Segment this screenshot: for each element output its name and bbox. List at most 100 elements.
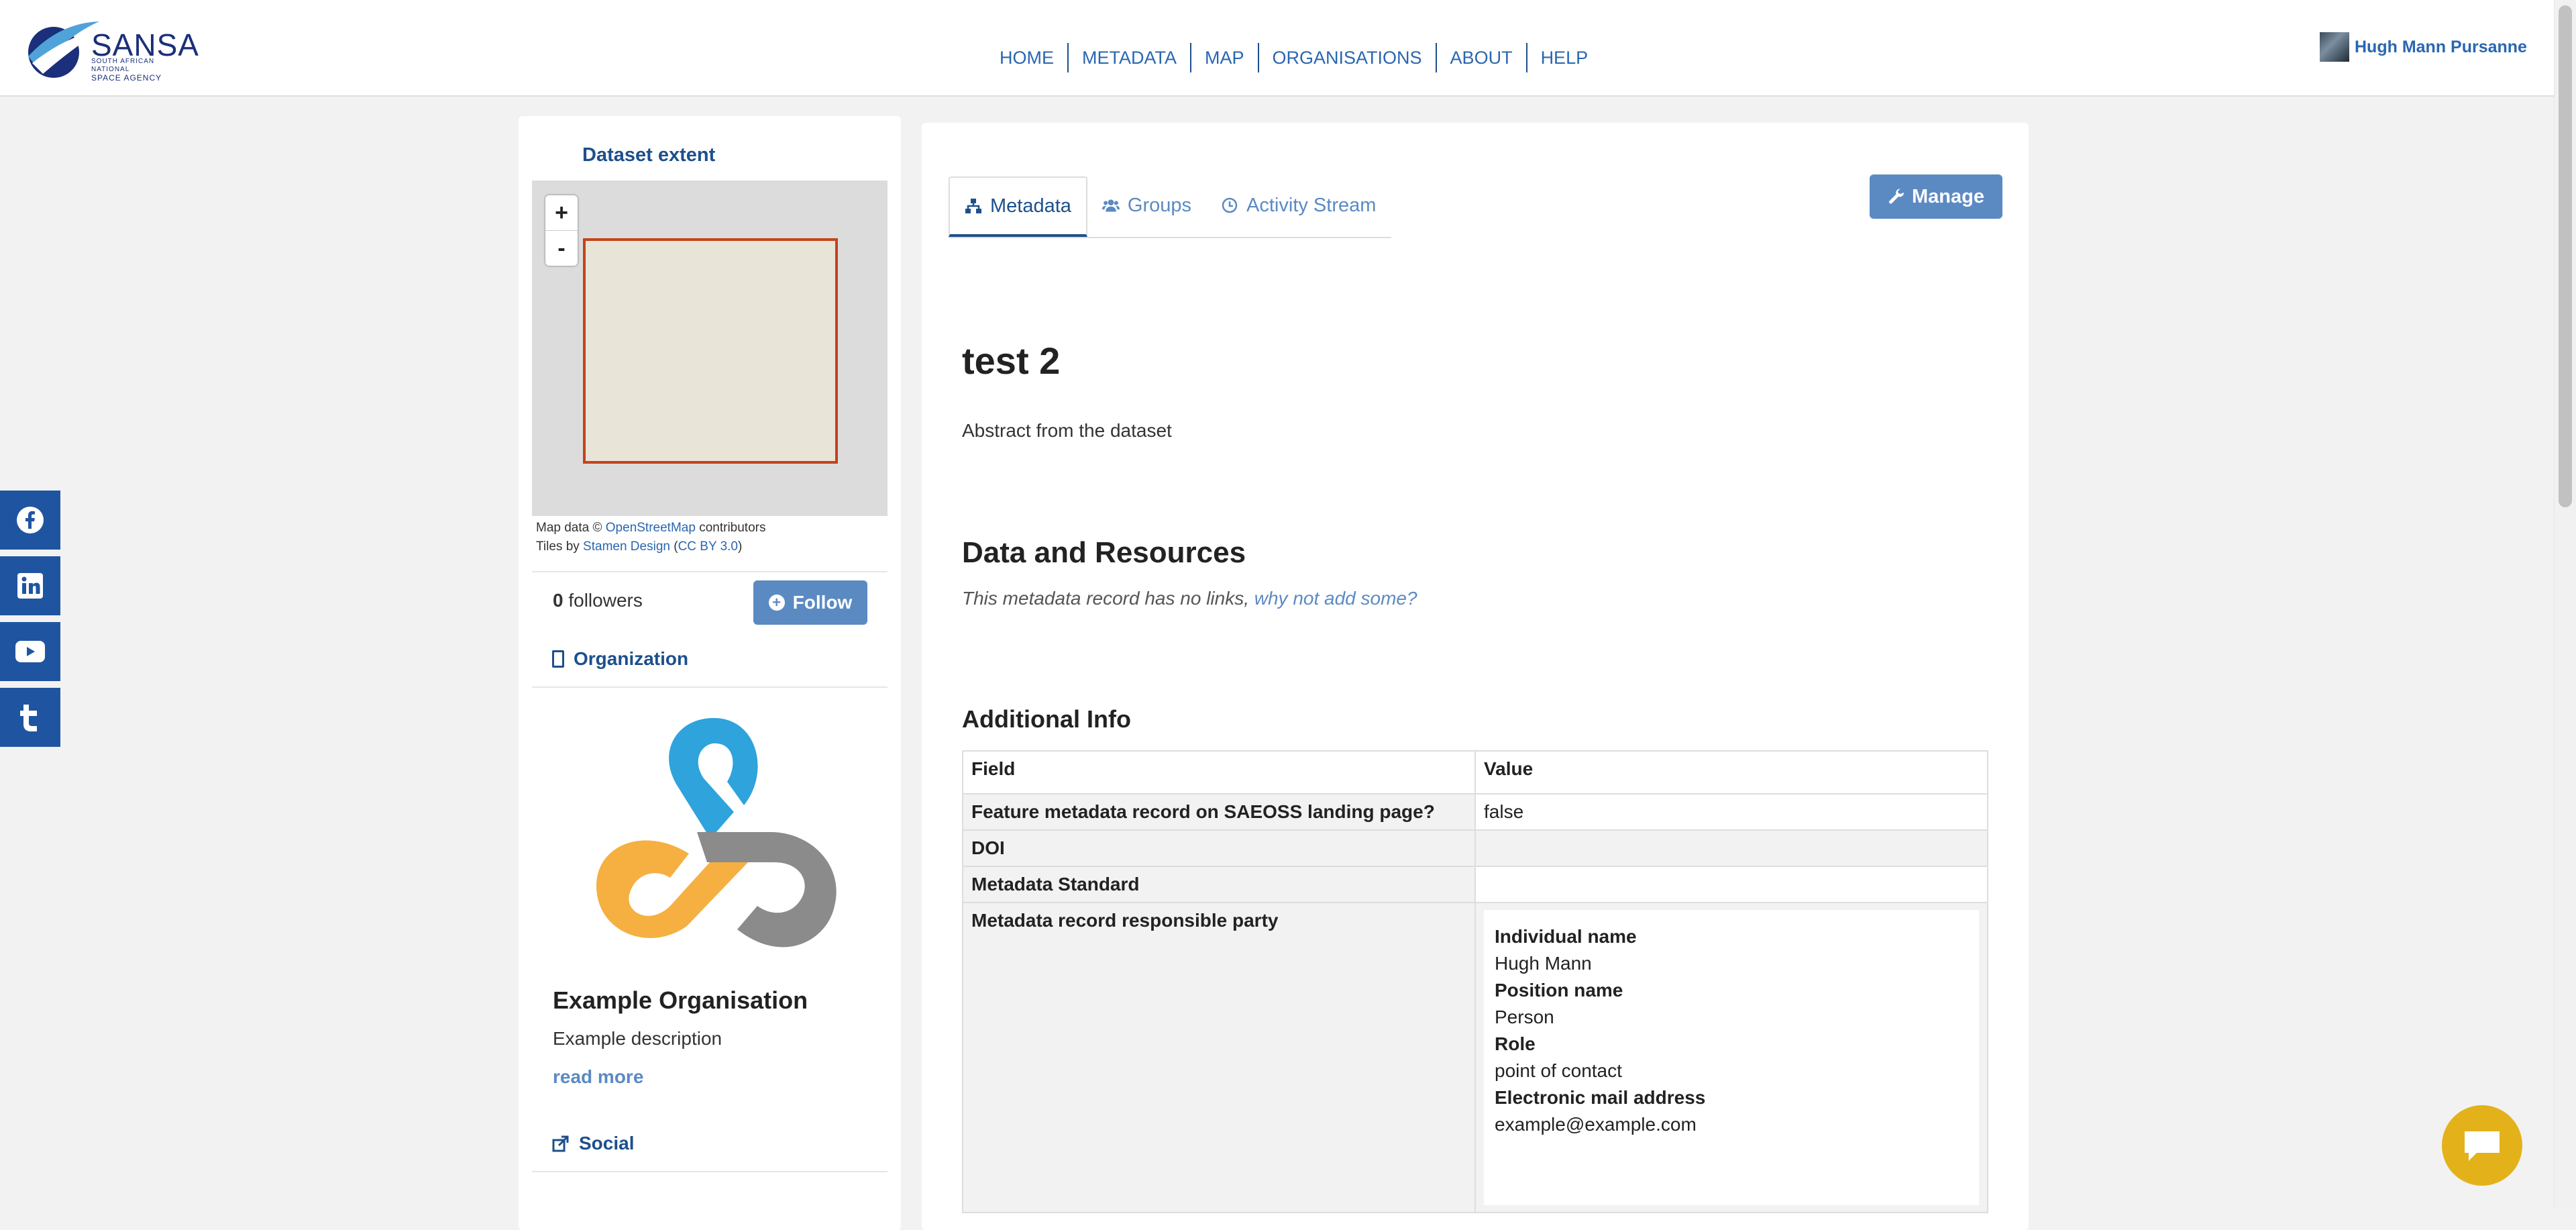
linkedin-button[interactable] (0, 556, 60, 615)
field-cell: Metadata record responsible party (962, 902, 1476, 1213)
sitemap-icon (965, 199, 981, 213)
divider (532, 686, 888, 688)
table-header-row: Field Value (962, 750, 1988, 795)
site-header: SANSA SOUTH AFRICAN NATIONAL SPACE AGENC… (0, 0, 2555, 97)
main-nav: HOME METADATA MAP ORGANISATIONS ABOUT HE… (986, 43, 1601, 72)
divider (532, 1171, 888, 1172)
individual-name-label: Individual name (1495, 926, 1637, 947)
organization-heading-label: Organization (574, 648, 689, 669)
additional-info-heading: Additional Info (962, 705, 1131, 733)
table-row: DOI (962, 829, 1988, 867)
stamen-link[interactable]: Stamen Design (583, 540, 670, 554)
tab-metadata[interactable]: Metadata (949, 176, 1087, 237)
clock-icon (1222, 197, 1238, 213)
position-name-value: Person (1495, 1007, 1554, 1027)
attr-contrib: contributors (695, 521, 766, 535)
organization-name: Example Organisation (553, 986, 808, 1014)
zoom-in-button[interactable]: + (545, 195, 578, 231)
extent-box (583, 238, 838, 464)
user-name: Hugh Mann Pursanne (2355, 37, 2527, 56)
responsible-party-box: Individual name Hugh Mann Position name … (1484, 910, 1979, 1205)
position-name-label: Position name (1495, 980, 1623, 1001)
value-cell: Individual name Hugh Mann Position name … (1474, 902, 1988, 1213)
wrench-icon (1889, 189, 1904, 204)
user-menu[interactable]: Hugh Mann Pursanne (2320, 32, 2527, 62)
users-icon (1102, 199, 1120, 212)
column-header-value: Value (1474, 750, 1988, 795)
osm-link[interactable]: OpenStreetMap (606, 521, 696, 535)
followers-label: followers (568, 590, 643, 611)
field-cell: Metadata Standard (962, 866, 1476, 903)
tab-activity-stream-label: Activity Stream (1246, 194, 1377, 216)
share-icon (552, 1135, 569, 1152)
nav-about[interactable]: ABOUT (1435, 43, 1526, 72)
divider (532, 571, 888, 572)
tab-groups-label: Groups (1127, 194, 1192, 216)
zoom-control: + - (545, 195, 578, 266)
field-cell: Feature metadata record on SAEOSS landin… (962, 793, 1476, 831)
tab-metadata-label: Metadata (990, 195, 1071, 217)
follow-button[interactable]: + Follow (753, 580, 867, 625)
organization-logo[interactable] (570, 705, 858, 973)
dataset-tabs: Metadata Groups Activity Stream (949, 176, 1391, 238)
brand-sub-line2: SPACE AGENCY (91, 73, 162, 83)
value-cell: false (1474, 793, 1988, 831)
table-row: Metadata record responsible party Indivi… (962, 902, 1988, 1213)
tumblr-icon (20, 705, 37, 731)
value-cell (1474, 866, 1988, 903)
nav-map[interactable]: MAP (1190, 43, 1258, 72)
nav-home[interactable]: HOME (986, 43, 1067, 72)
followers-number: 0 (553, 590, 564, 611)
tiles-prefix: Tiles by (536, 540, 584, 554)
followers-count: 0 followers (553, 590, 643, 611)
youtube-button[interactable] (0, 622, 60, 681)
nav-help[interactable]: HELP (1525, 43, 1602, 72)
social-heading-label: Social (579, 1133, 635, 1154)
sidebar: Dataset extent + - Map data © OpenStreet… (519, 116, 901, 1230)
brand-sub-line1: SOUTH AFRICAN NATIONAL (91, 58, 155, 73)
tumblr-button[interactable] (0, 688, 60, 747)
value-cell (1474, 829, 1988, 867)
building-icon (552, 650, 564, 668)
tab-groups[interactable]: Groups (1087, 176, 1206, 234)
social-rail (0, 491, 60, 754)
dataset-abstract: Abstract from the dataset (962, 420, 1172, 441)
table-row: Metadata Standard (962, 866, 1988, 903)
attr-prefix: Map data © (536, 521, 606, 535)
scrollbar-thumb[interactable] (2559, 5, 2572, 507)
field-cell: DOI (962, 829, 1476, 867)
tiles-open: ( (669, 540, 678, 554)
linkedin-icon (17, 573, 43, 599)
brand-subtitle: SOUTH AFRICAN NATIONAL SPACE AGENCY (91, 58, 186, 82)
youtube-icon (15, 641, 45, 662)
tab-activity-stream[interactable]: Activity Stream (1206, 176, 1391, 234)
no-links-notice: This metadata record has no links, why n… (962, 588, 1417, 609)
column-header-field: Field (962, 750, 1476, 795)
plus-circle-icon: + (768, 595, 785, 611)
read-more-link[interactable]: read more (553, 1066, 643, 1088)
page-scrollbar[interactable] (2554, 0, 2576, 1208)
follow-label: Follow (792, 592, 853, 613)
nav-organisations[interactable]: ORGANISATIONS (1257, 43, 1436, 72)
add-links-link[interactable]: why not add some? (1254, 588, 1417, 609)
facebook-button[interactable] (0, 491, 60, 550)
email-label: Electronic mail address (1495, 1087, 1706, 1108)
avatar (2320, 32, 2349, 62)
resources-heading: Data and Resources (962, 536, 1246, 569)
nav-metadata[interactable]: METADATA (1067, 43, 1190, 72)
chat-icon (2465, 1131, 2500, 1161)
tiles-close: ) (737, 540, 743, 554)
individual-name-value: Hugh Mann (1495, 953, 1592, 974)
extent-map[interactable]: + - (532, 181, 888, 516)
manage-button[interactable]: Manage (1870, 174, 2002, 219)
additional-info-table: Field Value Feature metadata record on S… (962, 750, 1988, 1213)
cc-link[interactable]: CC BY 3.0 (678, 540, 738, 554)
no-links-text: This metadata record has no links, (962, 588, 1254, 609)
chat-button[interactable] (2442, 1105, 2522, 1186)
zoom-out-button[interactable]: - (545, 231, 578, 266)
sansa-logo[interactable]: SANSA SOUTH AFRICAN NATIONAL SPACE AGENC… (19, 16, 199, 83)
manage-label: Manage (1912, 185, 1984, 207)
organization-heading: Organization (552, 648, 688, 670)
main-panel: Metadata Groups Activity Stream Manage t… (922, 123, 2029, 1230)
facebook-icon (17, 507, 44, 533)
